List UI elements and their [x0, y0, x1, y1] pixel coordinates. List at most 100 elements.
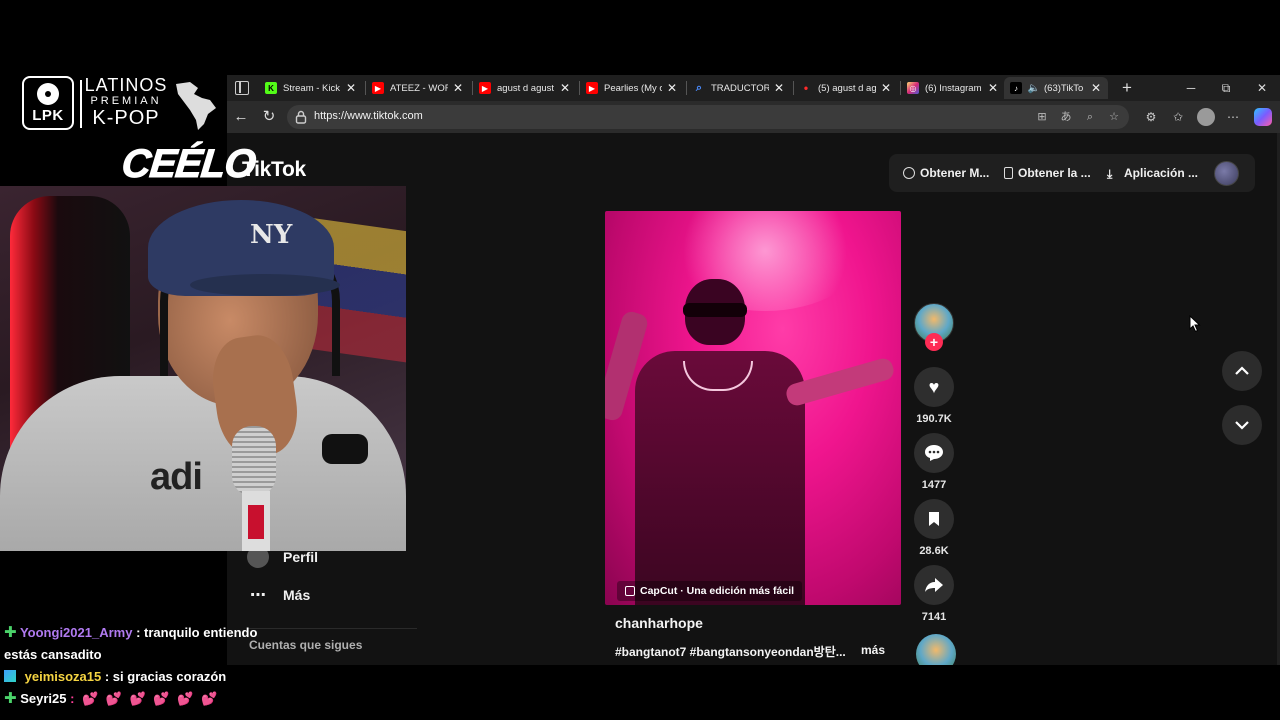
user-avatar[interactable] [1214, 161, 1239, 186]
site-info-lock-icon[interactable] [295, 110, 307, 124]
microphone [232, 426, 276, 496]
more-dots-icon: ⋯ [250, 587, 266, 604]
more-menu-icon[interactable]: ⋯ [1225, 109, 1241, 125]
sidebar-item-label: Más [283, 587, 311, 603]
tab-tiktok-active[interactable]: ♪ 🔈 (63)TikTo ✕ [1004, 77, 1108, 99]
chevron-down-icon [1235, 421, 1249, 430]
tab-label: TRADUCTOR - [711, 82, 769, 94]
next-video-button[interactable] [1222, 405, 1262, 445]
streamer-name-overlay: CEÉLO [119, 142, 258, 187]
translate-icon[interactable]: あ [1059, 110, 1073, 124]
tab-kick-stream[interactable]: K Stream - Kick ✕ [259, 77, 363, 99]
speaker-icon[interactable]: 🔈 [1028, 82, 1040, 94]
wristwatch [322, 434, 368, 464]
chat-message: ✚ Seyri25 : 💕 💕 💕 💕 💕 💕 [0, 688, 260, 710]
capcut-tag[interactable]: CapCut · Una edición más fácil [617, 581, 803, 601]
chat-message: ✚ Yoongi2021_Army : tranquilo entiendo e… [0, 622, 260, 666]
get-coins-button[interactable]: Obtener M... [903, 154, 989, 192]
sidebar-item-label: Perfil [283, 549, 319, 565]
chat-text: : 💕 💕 💕 💕 💕 💕 [70, 691, 220, 706]
cap-logo: NY [250, 220, 293, 250]
comment-button[interactable]: 1477 [913, 433, 955, 491]
tab-label: (5) agust d ag [818, 82, 876, 94]
video-player[interactable]: CapCut · Una edición más fácil [605, 211, 901, 605]
tab-label: (63)TikTo [1044, 82, 1084, 94]
save-button[interactable]: 28.6K [913, 499, 955, 557]
cap-bill [190, 274, 340, 296]
tab-close-icon[interactable]: ✕ [880, 81, 892, 95]
video-hashtags[interactable]: #bangtanot7 #bangtansonyeondan방탄... [615, 643, 855, 660]
following-accounts-heading: Cuentas que sigues [249, 638, 363, 652]
address-bar[interactable]: https://www.tiktok.com ⊞ あ ⌕ ☆ [287, 105, 1129, 129]
tab-traductor[interactable]: ⌕ TRADUCTOR - ✕ [687, 77, 791, 99]
reload-icon[interactable]: ↻ [259, 107, 279, 127]
like-count: 190.7K [916, 413, 952, 425]
tab-label: agust d agust [497, 82, 555, 94]
app-available-icon[interactable]: ⊞ [1035, 110, 1049, 124]
desktop-app-button[interactable]: ⤓ Aplicación ... [1107, 154, 1198, 192]
tab-close-icon[interactable]: ✕ [345, 81, 357, 95]
share-button[interactable]: 7141 [913, 565, 955, 623]
chat-overlay: ✚ Yoongi2021_Army : tranquilo entiendo e… [0, 622, 260, 710]
webcam-feed: adi NY [0, 186, 406, 551]
tab-pearlies-youtube[interactable]: ▶ Pearlies (My o ✕ [580, 77, 684, 99]
tab-actions-icon[interactable] [235, 81, 249, 95]
tab-close-icon[interactable]: ✕ [559, 81, 571, 95]
tab-close-icon[interactable]: ✕ [1090, 81, 1102, 95]
heart-icon: ♥ [914, 367, 954, 407]
comment-count: 1477 [921, 479, 947, 491]
tab-close-icon[interactable]: ✕ [987, 81, 999, 95]
like-button[interactable]: ♥ 190.7K [913, 367, 955, 425]
kick-favicon-icon: K [265, 82, 277, 94]
favorites-icon[interactable]: ✩ [1170, 109, 1186, 125]
favorite-star-icon[interactable]: ☆ [1107, 110, 1121, 124]
tab-close-icon[interactable]: ✕ [773, 81, 785, 95]
restore-button[interactable]: ⧉ [1208, 77, 1244, 99]
tab-close-icon[interactable]: ✕ [452, 81, 464, 95]
logo-wordmark: LATINOS PREMIAN K-POP [84, 76, 168, 128]
profile-avatar[interactable] [1197, 108, 1215, 126]
sidebar-divider [247, 628, 417, 629]
close-window-button[interactable]: ✕ [1244, 77, 1280, 99]
youtube-favicon-icon: ▶ [586, 82, 598, 94]
tab-ateez-youtube[interactable]: ▶ ATEEZ - WORK ✕ [366, 77, 470, 99]
chat-username: yeimisoza15 [24, 669, 102, 684]
video-author[interactable]: chanharhope [615, 615, 703, 631]
tab-agust-d-2[interactable]: • (5) agust d ag ✕ [794, 77, 898, 99]
next-creator-avatar[interactable] [916, 634, 956, 665]
desktop-app-label: Aplicación ... [1124, 166, 1199, 180]
tab-agust-d-youtube[interactable]: ▶ agust d agust ✕ [473, 77, 577, 99]
download-icon: ⤓ [1107, 167, 1113, 181]
coin-icon [903, 167, 915, 179]
tab-bar: K Stream - Kick ✕ ▶ ATEEZ - WORK ✕ ▶ agu… [227, 75, 1280, 101]
previous-video-button[interactable] [1222, 351, 1262, 391]
zoom-icon[interactable]: ⌕ [1083, 110, 1097, 124]
microphone-stand [242, 491, 270, 551]
follow-plus-icon[interactable]: + [925, 333, 943, 351]
search-favicon-icon: ⌕ [695, 81, 703, 94]
tab-close-icon[interactable]: ✕ [666, 81, 678, 95]
get-app-label: Obtener la ... [1018, 166, 1091, 180]
logo-line-3: K-POP [92, 107, 160, 129]
vinyl-disc-icon [37, 82, 59, 105]
tab-instagram[interactable]: ◎ (6) Instagram ✕ [901, 77, 1005, 99]
new-tab-button[interactable]: + [1117, 77, 1137, 99]
extensions-icon[interactable]: ⚙ [1143, 109, 1159, 125]
youtube-favicon-icon: ▶ [372, 82, 384, 94]
back-arrow-icon[interactable]: ← [231, 107, 251, 127]
youtube-favicon-icon: ▶ [479, 82, 491, 94]
url-text: https://www.tiktok.com [314, 110, 423, 122]
copilot-icon[interactable] [1254, 108, 1272, 126]
sidebar-item-more[interactable]: ⋯ Más [247, 584, 310, 606]
capcut-icon [625, 586, 635, 596]
video-figure-sunglasses [683, 303, 747, 317]
shirt-brand-text: adi [150, 456, 203, 498]
save-count: 28.6K [919, 545, 949, 557]
get-app-button[interactable]: Obtener la ... [1004, 154, 1091, 192]
chat-username: Yoongi2021_Army [19, 625, 133, 640]
description-more-button[interactable]: más [861, 643, 885, 657]
minimize-button[interactable]: ─ [1173, 77, 1209, 99]
video-figure-arm [784, 356, 896, 408]
tab-label: (6) Instagram [925, 82, 982, 94]
browser-toolbar: ← ↻ https://www.tiktok.com ⊞ あ ⌕ ☆ ⚙ ✩ ⋯ [227, 101, 1280, 133]
